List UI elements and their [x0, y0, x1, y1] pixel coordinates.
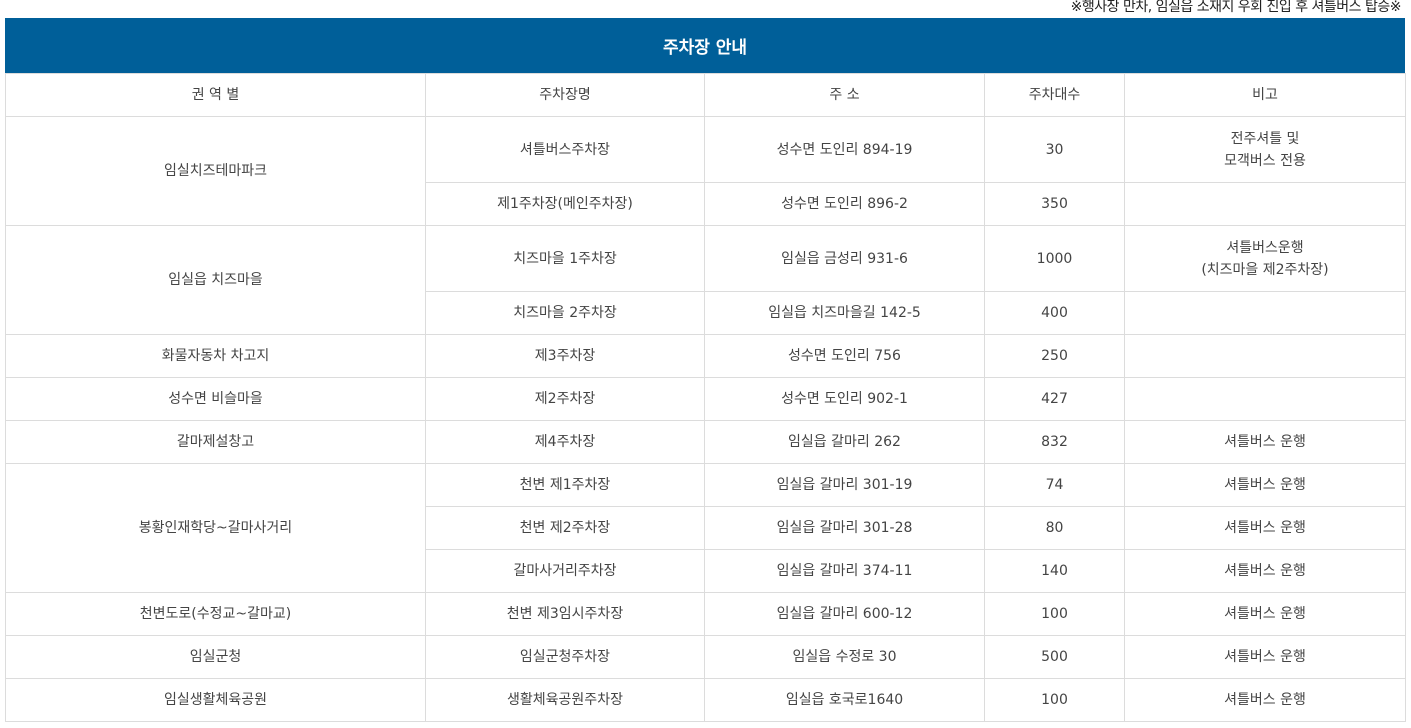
table-row: 임실치즈테마파크 셔틀버스주차장 성수면 도인리 894-19 30 전주셔틀 … — [5, 116, 1406, 226]
address-cell: 임실읍 갈마리 374-11 — [704, 549, 985, 593]
capacity-cell: 140 — [984, 549, 1125, 593]
lot-name-cell: 갈마사거리주차장 — [425, 549, 705, 593]
address-cell: 임실읍 수정로 30 — [704, 635, 985, 679]
lot-name-cell: 천변 제1주차장 — [425, 463, 705, 507]
capacity-cell: 350 — [984, 182, 1125, 226]
column-header-capacity: 주차대수 — [984, 73, 1125, 117]
note-cell — [1124, 334, 1406, 378]
address-cell: 성수면 도인리 896-2 — [704, 182, 985, 226]
region-cell: 천변도로(수정교~갈마교) — [5, 592, 426, 636]
table-title: 주차장 안내 — [5, 18, 1405, 73]
note-cell — [1124, 291, 1406, 335]
lot-name-cell: 천변 제2주차장 — [425, 506, 705, 550]
lot-name-cell: 제4주차장 — [425, 420, 705, 464]
capacity-cell: 100 — [984, 592, 1125, 636]
region-cell: 임실생활체육공원 — [5, 678, 426, 722]
region-cell: 갈마제설창고 — [5, 420, 426, 464]
address-cell: 임실읍 갈마리 301-19 — [704, 463, 985, 507]
note-cell: 셔틀버스 운행 — [1124, 506, 1406, 550]
address-cell: 성수면 도인리 902-1 — [704, 377, 985, 421]
lot-name-cell: 생활체육공원주차장 — [425, 678, 705, 722]
lot-name-cell: 제2주차장 — [425, 377, 705, 421]
capacity-cell: 250 — [984, 334, 1125, 378]
address-cell: 임실읍 갈마리 262 — [704, 420, 985, 464]
note-cell: 셔틀버스 운행 — [1124, 678, 1406, 722]
capacity-cell: 80 — [984, 506, 1125, 550]
capacity-cell: 400 — [984, 291, 1125, 335]
table-row: 임실읍 치즈마을 치즈마을 1주차장 임실읍 금성리 931-6 1000 셔틀… — [5, 225, 1406, 335]
table-row: 임실군청 임실군청주차장 임실읍 수정로 30 500 셔틀버스 운행 — [5, 635, 1406, 679]
parking-table: 권 역 별 주차장명 주 소 주차대수 비고 임실치즈테마파크 셔틀버스주차장 … — [5, 73, 1406, 722]
note-cell: 셔틀버스 운행 — [1124, 635, 1406, 679]
table-row: 천변도로(수정교~갈마교) 천변 제3임시주차장 임실읍 갈마리 600-12 … — [5, 592, 1406, 636]
note-cell: 셔틀버스 운행 — [1124, 420, 1406, 464]
region-cell: 임실읍 치즈마을 — [5, 225, 426, 335]
region-cell: 성수면 비슬마을 — [5, 377, 426, 421]
lot-name-cell: 셔틀버스주차장 — [425, 116, 705, 183]
region-cell: 임실군청 — [5, 635, 426, 679]
note-line: (치즈마을 제2주차장) — [1201, 261, 1329, 278]
note-cell: 셔틀버스 운행 — [1124, 549, 1406, 593]
region-cell: 화물자동차 차고지 — [5, 334, 426, 378]
note-cell — [1124, 377, 1406, 421]
capacity-cell: 30 — [984, 116, 1125, 183]
lot-name-cell: 제1주차장(메인주차장) — [425, 182, 705, 226]
address-cell: 임실읍 갈마리 600-12 — [704, 592, 985, 636]
table-row: 성수면 비슬마을 제2주차장 성수면 도인리 902-1 427 — [5, 377, 1406, 421]
address-cell: 임실읍 호국로1640 — [704, 678, 985, 722]
note-cell — [1124, 182, 1406, 226]
capacity-cell: 500 — [984, 635, 1125, 679]
lot-name-cell: 천변 제3임시주차장 — [425, 592, 705, 636]
capacity-cell: 832 — [984, 420, 1125, 464]
table-row: 갈마제설창고 제4주차장 임실읍 갈마리 262 832 셔틀버스 운행 — [5, 420, 1406, 464]
address-cell: 임실읍 갈마리 301-28 — [704, 506, 985, 550]
note-cell: 셔틀버스 운행 — [1124, 592, 1406, 636]
table-row: 임실생활체육공원 생활체육공원주차장 임실읍 호국로1640 100 셔틀버스 … — [5, 678, 1406, 722]
table-row: 봉황인재학당~갈마사거리 천변 제1주차장 임실읍 갈마리 301-19 74 … — [5, 463, 1406, 593]
column-header-region: 권 역 별 — [5, 73, 426, 117]
note-line: 셔틀버스운행 — [1226, 239, 1304, 256]
note-cell: 셔틀버스운행 (치즈마을 제2주차장) — [1124, 225, 1406, 292]
lot-name-cell: 제3주차장 — [425, 334, 705, 378]
capacity-cell: 1000 — [984, 225, 1125, 292]
lot-name-cell: 임실군청주차장 — [425, 635, 705, 679]
region-cell: 임실치즈테마파크 — [5, 116, 426, 226]
address-cell: 성수면 도인리 756 — [704, 334, 985, 378]
note-cell: 전주셔틀 및모객버스 전용 — [1124, 116, 1406, 183]
address-cell: 임실읍 금성리 931-6 — [704, 225, 985, 292]
table-row: 화물자동차 차고지 제3주차장 성수면 도인리 756 250 — [5, 334, 1406, 378]
note-line: 모객버스 전용 — [1224, 152, 1306, 169]
lot-name-cell: 치즈마을 1주차장 — [425, 225, 705, 292]
capacity-cell: 427 — [984, 377, 1125, 421]
column-header-address: 주 소 — [704, 73, 985, 117]
region-cell: 봉황인재학당~갈마사거리 — [5, 463, 426, 593]
column-header-note: 비고 — [1124, 73, 1406, 117]
capacity-cell: 100 — [984, 678, 1125, 722]
note-cell: 셔틀버스 운행 — [1124, 463, 1406, 507]
overflow-notice: ※행사장 만차, 임실읍 소재지 우회 진입 후 셔틀버스 탑승※ — [1070, 0, 1402, 15]
note-line: 전주셔틀 및 — [1230, 130, 1300, 147]
lot-name-cell: 치즈마을 2주차장 — [425, 291, 705, 335]
column-header-lot-name: 주차장명 — [425, 73, 705, 117]
address-cell: 임실읍 치즈마을길 142-5 — [704, 291, 985, 335]
capacity-cell: 74 — [984, 463, 1125, 507]
address-cell: 성수면 도인리 894-19 — [704, 116, 985, 183]
